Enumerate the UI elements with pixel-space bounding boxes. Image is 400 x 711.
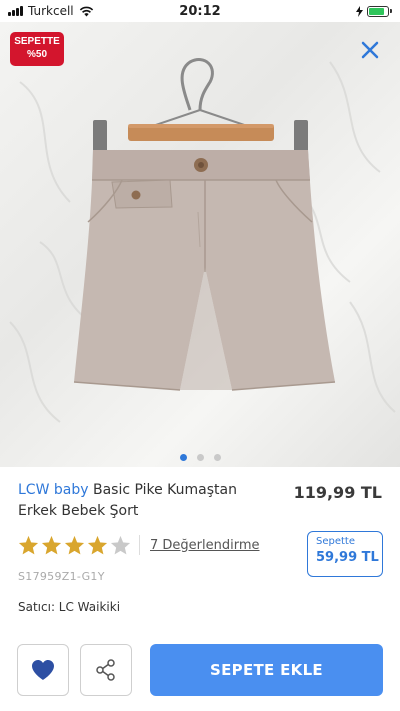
share-button[interactable] xyxy=(80,644,132,696)
favorite-button[interactable] xyxy=(17,644,69,696)
product-title: LCW baby Basic Pike Kumaştan Erkek Bebek… xyxy=(18,480,258,522)
discount-badge-line2: %50 xyxy=(26,49,47,60)
divider xyxy=(139,535,140,555)
seller-info: Satıcı: LC Waikiki xyxy=(18,600,121,614)
add-to-cart-button[interactable]: SEPETE EKLE xyxy=(150,644,383,696)
share-icon xyxy=(96,659,115,681)
wifi-icon xyxy=(79,6,93,16)
discount-badge: SEPETTE %50 xyxy=(10,32,64,66)
basket-offer-price: 59,99 TL xyxy=(316,550,379,565)
heart-icon xyxy=(32,660,54,680)
rating-row: 7 Değerlendirme xyxy=(18,535,260,555)
rating-stars xyxy=(18,535,131,555)
basket-offer-box: Sepette 59,99 TL xyxy=(307,531,383,577)
brand-link[interactable]: LCW baby xyxy=(18,482,89,498)
status-bar: Turkcell 20:12 xyxy=(0,0,400,22)
carousel-dot[interactable] xyxy=(179,454,187,461)
product-sku: S17959Z1-G1Y xyxy=(18,570,105,583)
discount-badge-line1: SEPETTE xyxy=(14,36,60,47)
product-photo xyxy=(9,58,396,423)
star-filled-icon xyxy=(87,535,108,555)
reviews-link[interactable]: 7 Değerlendirme xyxy=(150,538,260,553)
basket-offer-label: Sepette xyxy=(316,536,355,547)
carousel-dot[interactable] xyxy=(213,454,221,461)
battery-icon xyxy=(355,5,392,17)
product-price: 119,99 TL xyxy=(293,483,382,502)
signal-icon xyxy=(8,6,23,16)
star-filled-icon xyxy=(41,535,62,555)
close-icon[interactable] xyxy=(358,38,382,62)
carrier-name: Turkcell xyxy=(28,4,74,18)
carousel-indicator xyxy=(0,454,400,461)
star-filled-icon xyxy=(64,535,85,555)
carousel-dot[interactable] xyxy=(196,454,204,461)
star-filled-icon xyxy=(18,535,39,555)
product-image[interactable]: SEPETTE %50 xyxy=(0,22,400,467)
star-empty-icon xyxy=(110,535,131,555)
charging-icon xyxy=(356,5,363,17)
carrier-group: Turkcell xyxy=(8,4,94,18)
